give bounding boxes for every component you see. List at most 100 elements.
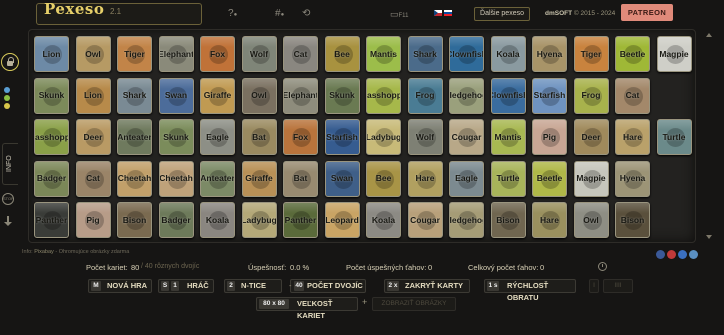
memory-card[interactable]: Wolf: [241, 36, 277, 72]
help-icon[interactable]: ?●: [228, 8, 237, 19]
memory-card[interactable]: Shark: [117, 77, 152, 114]
memory-card[interactable]: Anteater: [200, 160, 235, 197]
color-dot-green[interactable]: [4, 95, 10, 101]
memory-card[interactable]: Hare: [532, 202, 567, 238]
facebook-icon[interactable]: [656, 250, 665, 259]
players-icon[interactable]: #●: [275, 8, 284, 19]
memory-card[interactable]: Hyena: [532, 36, 567, 72]
player-button[interactable]: S 1 HRÁČ: [158, 279, 214, 293]
memory-card[interactable]: Eagle: [449, 160, 484, 197]
memory-card[interactable]: Cat: [615, 77, 650, 114]
memory-card[interactable]: Pig: [75, 202, 111, 238]
memory-card[interactable]: Panther: [283, 202, 318, 238]
memory-card[interactable]: Hedgehog: [449, 202, 484, 238]
memory-card[interactable]: Tiger: [573, 36, 609, 72]
memory-card[interactable]: Bison: [615, 202, 650, 238]
memory-card[interactable]: Wolf: [407, 119, 443, 155]
fullscreen-icon[interactable]: ▭F11: [390, 9, 408, 20]
memory-card[interactable]: Clownfish: [490, 77, 526, 114]
share-icon[interactable]: [689, 250, 698, 259]
patreon-button[interactable]: PATREON: [621, 4, 673, 21]
memory-card[interactable]: Badger: [158, 202, 194, 238]
memory-card[interactable]: Cougar: [407, 202, 443, 238]
memory-card[interactable]: Owl: [573, 202, 609, 238]
pinterest-icon[interactable]: [667, 250, 676, 259]
memory-card[interactable]: Skunk: [158, 119, 194, 155]
pixabay-link[interactable]: Pixabay: [34, 249, 54, 255]
memory-card[interactable]: Magpie: [656, 36, 692, 72]
memory-card[interactable]: Beetle: [615, 36, 650, 72]
memory-card[interactable]: Eagle: [200, 119, 235, 155]
memory-card[interactable]: Grasshopper: [366, 77, 401, 114]
memory-card[interactable]: Hare: [615, 119, 650, 155]
decrease-icon[interactable]: -: [289, 280, 292, 292]
memory-card[interactable]: Mantis: [366, 36, 401, 72]
memory-card[interactable]: Deer: [75, 119, 111, 155]
flag-sk-icon[interactable]: [444, 10, 452, 16]
memory-card[interactable]: Frog: [573, 77, 609, 114]
memory-card[interactable]: Elephant: [283, 77, 318, 114]
memory-card[interactable]: Skunk: [34, 77, 69, 114]
memory-card[interactable]: Deer: [573, 119, 609, 155]
memory-card[interactable]: Hyena: [615, 160, 650, 197]
memory-card[interactable]: Mantis: [490, 119, 526, 155]
memory-card[interactable]: Frog: [407, 77, 443, 114]
memory-card[interactable]: Cheetah: [117, 160, 152, 197]
memory-card[interactable]: Swan: [158, 77, 194, 114]
memory-card[interactable]: Cat: [283, 36, 318, 72]
memory-card[interactable]: Panther: [34, 202, 69, 238]
flip-speed-button[interactable]: 1 s RÝCHLOSŤ OBRATU: [484, 279, 576, 302]
scroll-up-icon[interactable]: [706, 33, 712, 37]
ntice-button[interactable]: 2 N-TICE: [224, 279, 282, 293]
memory-card[interactable]: Lion: [34, 36, 69, 72]
close-cards-button[interactable]: 2 x ZAKRYŤ KARTY: [384, 279, 470, 293]
memory-card[interactable]: Badger: [34, 160, 69, 197]
increase-icon[interactable]: +: [362, 297, 367, 307]
history-icon[interactable]: ⟲: [302, 8, 310, 19]
lock-icon[interactable]: [1, 53, 19, 71]
next-pexeso-button[interactable]: Ďalšie pexeso: [474, 7, 530, 21]
memory-card[interactable]: Fox: [283, 119, 318, 155]
memory-card[interactable]: Turtle: [656, 119, 692, 155]
memory-card[interactable]: Koala: [490, 36, 526, 72]
memory-card[interactable]: Koala: [366, 202, 401, 238]
scroll-down-icon[interactable]: [706, 235, 712, 239]
memory-card[interactable]: Fox: [200, 36, 235, 72]
memory-card[interactable]: Skunk: [324, 77, 360, 114]
memory-card[interactable]: Shark: [407, 36, 443, 72]
download-icon[interactable]: [3, 216, 13, 228]
memory-card[interactable]: Cougar: [449, 119, 484, 155]
memory-card[interactable]: Cat: [75, 160, 111, 197]
stop-icon[interactable]: STOP: [2, 193, 14, 205]
memory-card[interactable]: Beetle: [532, 160, 567, 197]
memory-card[interactable]: Hedgehog: [449, 77, 484, 114]
memory-card[interactable]: Owl: [241, 77, 277, 114]
flag-cz-icon[interactable]: [434, 10, 442, 16]
memory-card[interactable]: Giraffe: [241, 160, 277, 197]
memory-card[interactable]: Cheetah: [158, 160, 194, 197]
memory-card[interactable]: Ladybug: [366, 119, 401, 155]
memory-card[interactable]: Giraffe: [200, 77, 235, 114]
memory-card[interactable]: Bison: [117, 202, 152, 238]
memory-card[interactable]: Elephant: [158, 36, 194, 72]
color-dot-blue[interactable]: [4, 87, 10, 93]
memory-card[interactable]: Grasshopper: [34, 119, 69, 155]
memory-card[interactable]: Tiger: [117, 36, 152, 72]
memory-card[interactable]: Leopard: [324, 202, 360, 238]
card-size-button[interactable]: 80 x 80 VEĽKOSŤ KARIET: [256, 297, 358, 320]
memory-card[interactable]: Lion: [75, 77, 111, 114]
memory-card[interactable]: Bison: [490, 202, 526, 238]
memory-card[interactable]: Starfish: [324, 119, 360, 155]
info-tab[interactable]: INFO: [2, 143, 18, 185]
memory-card[interactable]: Starfish: [532, 77, 567, 114]
memory-card[interactable]: Swan: [324, 160, 360, 197]
pairs-count-button[interactable]: - 40 POČET DVOJÍC: [289, 279, 366, 293]
memory-card[interactable]: Koala: [200, 202, 235, 238]
memory-card[interactable]: Pig: [532, 119, 567, 155]
memory-card[interactable]: Owl: [75, 36, 111, 72]
memory-card[interactable]: Clownfish: [449, 36, 484, 72]
memory-card[interactable]: Ladybug: [241, 202, 277, 238]
memory-card[interactable]: Bat: [283, 160, 318, 197]
memory-card[interactable]: Magpie: [573, 160, 609, 197]
color-dot-yellow[interactable]: [4, 103, 10, 109]
